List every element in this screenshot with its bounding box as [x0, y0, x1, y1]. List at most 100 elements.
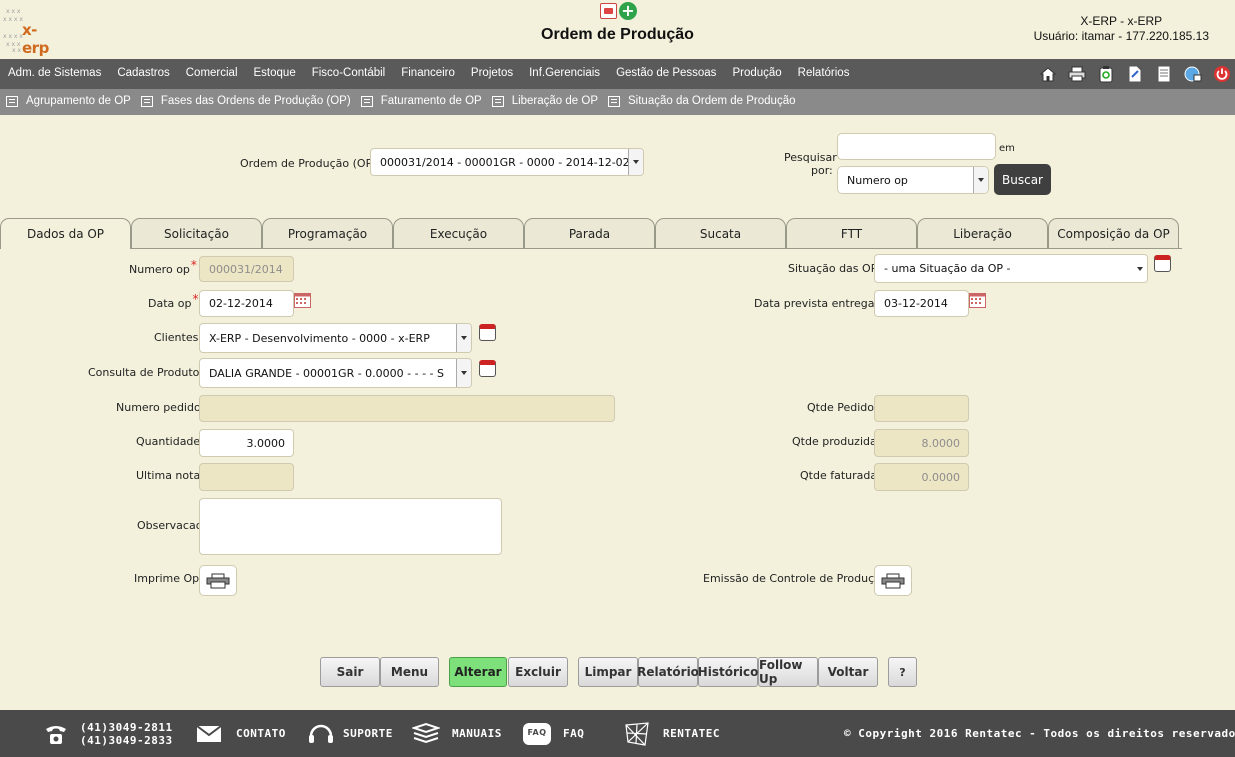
menu-comercial[interactable]: Comercial	[186, 67, 238, 79]
situacao-label: Situação das OPs	[788, 262, 883, 275]
manuais-label: MANUAIS	[452, 727, 502, 740]
menu-inf-gerenciais[interactable]: Inf.Gerenciais	[529, 67, 600, 79]
buscar-button[interactable]: Buscar	[994, 164, 1051, 195]
sair-button[interactable]: Sair	[320, 657, 380, 687]
list-icon	[608, 95, 620, 107]
numero-pedido-field[interactable]	[199, 395, 615, 422]
historico-button[interactable]: Histórico	[698, 657, 758, 687]
follow-up-button[interactable]: Follow Up	[758, 657, 818, 687]
submenu-liberacao-op[interactable]: Liberação de OP	[491, 95, 598, 107]
required-mark: *	[192, 292, 199, 306]
emissao-controle-label: Emissão de Controle de Produção	[703, 572, 888, 585]
chevron-down-icon[interactable]	[628, 149, 643, 175]
ultima-nota-field[interactable]	[199, 463, 294, 491]
menu-estoque[interactable]: Estoque	[254, 67, 296, 79]
home-icon[interactable]	[1038, 65, 1057, 83]
tab-parada[interactable]: Parada	[524, 218, 655, 249]
footer-manuais[interactable]: MANUAIS	[412, 710, 502, 757]
tab-dados-op[interactable]: Dados da OP	[0, 218, 131, 249]
menu-gestao-pessoas[interactable]: Gestão de Pessoas	[616, 67, 716, 79]
tab-solicitacao[interactable]: Solicitação	[131, 218, 262, 249]
chevron-down-icon[interactable]	[456, 359, 471, 387]
tab-sucata[interactable]: Sucata	[655, 218, 786, 249]
clientes-label: Clientes	[154, 331, 199, 344]
menu-button[interactable]: Menu	[380, 657, 439, 687]
help-button[interactable]: ?	[888, 657, 917, 687]
printer-icon[interactable]	[1067, 65, 1086, 83]
submenu-situacao-op[interactable]: Situação da Ordem de Produção	[608, 95, 796, 107]
imprime-op-button[interactable]	[199, 565, 237, 596]
chevron-down-icon[interactable]	[1132, 255, 1147, 282]
menu-producao[interactable]: Produção	[732, 67, 781, 79]
tab-bar: Dados da OP Solicitação Programação Exec…	[0, 218, 1179, 249]
quantidade-field[interactable]: 3.0000	[199, 429, 294, 457]
tab-composicao-op[interactable]: Composição da OP	[1048, 218, 1179, 249]
search-input[interactable]	[837, 133, 996, 160]
op-select[interactable]: 000031/2014 - 00001GR - 0000 - 2014-12-0…	[370, 148, 644, 176]
power-icon[interactable]	[1212, 65, 1231, 83]
sub-menu: Agrupamento de OP Fases das Ordens de Pr…	[0, 89, 1235, 115]
report-icon[interactable]	[600, 3, 617, 19]
submenu-faturamento-op[interactable]: Faturamento de OP	[360, 95, 482, 107]
menu-cadastros[interactable]: Cadastros	[117, 67, 169, 79]
calendar-book-icon[interactable]	[479, 324, 496, 341]
calendar-icon[interactable]	[969, 293, 986, 308]
numero-pedido-label: Numero pedido	[116, 401, 201, 414]
imprime-op-label: Imprime Op	[134, 572, 200, 585]
calendar-book-icon[interactable]	[479, 360, 496, 377]
document-icon[interactable]	[1154, 65, 1173, 83]
recycle-icon[interactable]	[1096, 65, 1115, 83]
add-icon[interactable]: +	[619, 2, 637, 20]
situacao-select[interactable]: - uma Situação da OP -	[874, 254, 1148, 283]
tab-programacao[interactable]: Programação	[262, 218, 393, 249]
op-select-value: 000031/2014 - 00001GR - 0000 - 2014-12-0…	[380, 155, 644, 169]
voltar-button[interactable]: Voltar	[818, 657, 878, 687]
chevron-down-icon[interactable]	[456, 324, 471, 352]
chevron-down-icon[interactable]	[973, 167, 988, 193]
calendar-icon[interactable]	[294, 293, 311, 308]
menu-relatorios[interactable]: Relatórios	[798, 67, 850, 79]
por-label: por:	[811, 164, 833, 177]
emissao-controle-button[interactable]	[874, 565, 912, 596]
data-op-field[interactable]: 02-12-2014	[199, 290, 294, 317]
user-info: X-ERP - x-ERP Usuário: itamar - 177.220.…	[1034, 14, 1209, 44]
main-menu: Adm. de Sistemas Cadastros Comercial Est…	[0, 59, 1235, 89]
qtde-faturada-field[interactable]: 0.0000	[874, 463, 969, 491]
qtde-produzida-field[interactable]: 8.0000	[874, 429, 969, 457]
alterar-button[interactable]: Alterar	[449, 657, 507, 687]
observacao-textarea[interactable]	[199, 498, 502, 555]
qtde-pedido-field[interactable]	[874, 395, 969, 422]
clientes-value: X-ERP - Desenvolvimento - 0000 - x-ERP	[209, 331, 430, 345]
required-mark: *	[190, 258, 197, 272]
excluir-button[interactable]: Excluir	[508, 657, 568, 687]
tab-execucao[interactable]: Execução	[393, 218, 524, 249]
clientes-select[interactable]: X-ERP - Desenvolvimento - 0000 - x-ERP	[199, 323, 472, 353]
menu-fisco-contabil[interactable]: Fisco-Contábil	[312, 67, 386, 79]
footer-faq[interactable]: FAQ FAQ	[523, 710, 584, 757]
tab-ftt[interactable]: FTT	[786, 218, 917, 249]
footer-suporte[interactable]: SUPORTE	[307, 710, 393, 757]
calendar-book-icon[interactable]	[1154, 255, 1171, 272]
suporte-label: SUPORTE	[343, 727, 393, 740]
menu-projetos[interactable]: Projetos	[471, 67, 513, 79]
user-name: Usuário: itamar - 177.220.185.13	[1033, 29, 1209, 43]
menu-adm-sistemas[interactable]: Adm. de Sistemas	[8, 67, 101, 79]
limpar-button[interactable]: Limpar	[578, 657, 638, 687]
headset-icon	[309, 724, 333, 743]
footer-contato[interactable]: CONTATO	[196, 710, 286, 757]
data-prevista-label: Data prevista entrega*	[754, 292, 881, 310]
relatorio-button[interactable]: Relatório	[637, 657, 699, 687]
numero-op-field[interactable]: 000031/2014	[199, 256, 294, 282]
search-field-select[interactable]: Numero op	[837, 166, 989, 194]
submenu-agrupamento-op[interactable]: Agrupamento de OP	[6, 95, 131, 107]
document-edit-icon[interactable]	[1125, 65, 1144, 83]
menu-financeiro[interactable]: Financeiro	[401, 67, 455, 79]
phone-2: (41)3049-2833	[80, 733, 173, 747]
submenu-fases-op[interactable]: Fases das Ordens de Produção (OP)	[140, 95, 351, 107]
tab-liberacao[interactable]: Liberação	[917, 218, 1048, 249]
help-globe-icon[interactable]	[1183, 65, 1202, 83]
data-prevista-field[interactable]: 03-12-2014	[874, 290, 969, 317]
numero-op-label: Numero op*	[129, 258, 197, 276]
consulta-produtos-select[interactable]: DALIA GRANDE - 00001GR - 0.0000 - - - - …	[199, 358, 472, 388]
footer-rentatec[interactable]: RENTATEC	[623, 710, 720, 757]
